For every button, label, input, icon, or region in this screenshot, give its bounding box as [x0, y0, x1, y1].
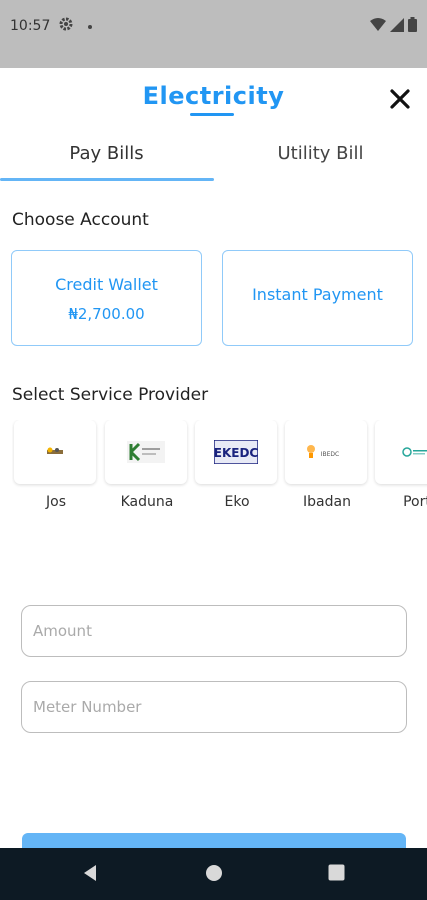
amount-field[interactable] — [21, 605, 407, 657]
notification-dot-icon — [88, 25, 92, 29]
jos-logo — [14, 420, 96, 484]
eko-logo: EKEDC — [195, 420, 277, 484]
provider-list: Jos Kaduna EKEDC Eko IBEDC Ibadan Port — [12, 420, 427, 520]
tab-utility-bill[interactable]: Utility Bill — [214, 132, 427, 180]
provider-port[interactable]: Port — [375, 420, 427, 510]
provider-kaduna[interactable]: Kaduna — [105, 420, 189, 510]
tab-bar: Pay Bills Utility Bill — [0, 132, 427, 182]
recents-square-icon — [328, 864, 345, 881]
system-nav-bar — [0, 848, 427, 900]
meter-number-input[interactable] — [22, 682, 406, 732]
instant-payment-card[interactable]: Instant Payment — [222, 250, 413, 346]
credit-wallet-card[interactable]: Credit Wallet ₦2,700.00 — [11, 250, 202, 346]
wifi-icon — [370, 17, 386, 36]
provider-name: Jos — [46, 494, 66, 510]
close-button[interactable] — [387, 86, 413, 112]
home-button[interactable] — [205, 864, 223, 886]
title-underline — [190, 113, 234, 116]
provider-ibadan[interactable]: IBEDC Ibadan — [285, 420, 369, 510]
signal-icon — [390, 17, 404, 36]
page-title: Electricity — [142, 82, 285, 110]
provider-eko[interactable]: EKEDC Eko — [195, 420, 279, 510]
tab-pay-bills[interactable]: Pay Bills — [0, 132, 213, 180]
kaduna-logo — [105, 420, 187, 484]
credit-wallet-label: Credit Wallet — [55, 275, 158, 294]
status-time: 10:57 — [10, 18, 51, 34]
status-icons — [370, 17, 417, 36]
home-circle-icon — [206, 865, 222, 881]
select-service-provider-title: Select Service Provider — [12, 385, 209, 405]
provider-name: Port — [403, 494, 427, 510]
provider-name: Ibadan — [303, 494, 351, 510]
provider-jos[interactable]: Jos — [14, 420, 98, 510]
eko-logo-text: EKEDC — [214, 446, 258, 460]
meter-number-field[interactable] — [21, 681, 407, 733]
ibadan-logo: IBEDC — [285, 420, 367, 484]
recents-button[interactable] — [328, 864, 345, 885]
provider-name: Kaduna — [120, 494, 174, 510]
provider-name: Eko — [224, 494, 250, 510]
port-logo — [375, 420, 427, 484]
header: Electricity — [0, 68, 427, 128]
credit-wallet-amount: ₦2,700.00 — [68, 305, 145, 323]
choose-account-title: Choose Account — [12, 210, 149, 230]
status-bar: 10:57 — [0, 0, 427, 68]
close-icon — [390, 89, 410, 109]
back-button[interactable] — [82, 864, 98, 886]
instant-payment-label: Instant Payment — [252, 285, 383, 304]
back-triangle-icon — [84, 865, 96, 881]
amount-input[interactable] — [22, 606, 406, 656]
settings-gear-icon — [58, 16, 74, 36]
ibadan-logo-text: IBEDC — [321, 451, 340, 458]
battery-icon — [408, 17, 417, 36]
active-tab-indicator — [0, 178, 214, 181]
